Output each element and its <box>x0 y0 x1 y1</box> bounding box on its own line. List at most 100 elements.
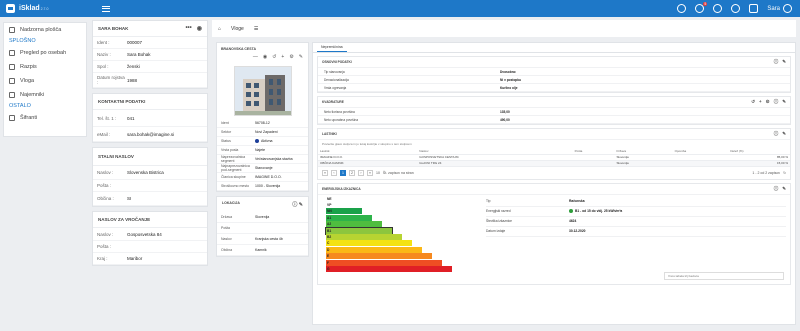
areas-panel: KVADRATURE ↺ + ⚙ ⓘ ✎ Neto tlorisna površina 13… <box>317 96 791 125</box>
record-count: 1 - 2 od 2 zapisov <box>752 170 781 175</box>
energy-class-chart: NE VP NN A1 A2 B1 B2 C D E F G <box>325 195 476 284</box>
minimize-icon[interactable]: — <box>253 54 258 60</box>
history-icon[interactable]: ↺ <box>751 99 755 105</box>
sidebar-item-dashboard[interactable]: Nadzorna plošča <box>4 23 86 37</box>
energy-class-d: D <box>326 246 422 253</box>
edit-icon[interactable]: ✎ <box>299 54 303 60</box>
energy-class-g: G <box>326 265 452 272</box>
next-page-icon[interactable]: › <box>358 169 364 176</box>
address-title: STALNI NASLOV <box>98 154 134 159</box>
info-icon[interactable]: ⓘ <box>292 202 297 208</box>
home-icon[interactable]: ⌂ <box>218 26 221 32</box>
info-icon[interactable]: ⓘ <box>774 99 779 105</box>
sidebar-item-tender[interactable]: Razpis <box>4 60 86 74</box>
energy-class-b1: B1 <box>325 226 393 235</box>
dashboard-icon <box>9 27 15 33</box>
page-size-select[interactable]: 10 <box>376 171 380 175</box>
tab-vloge[interactable]: Vloge <box>231 26 244 32</box>
location-title: LOKACIJA <box>222 201 240 205</box>
energy-class-f: F <box>326 259 442 266</box>
property-panel: Nepremičnina OSNOVNI PODATKI ⓘ ✎ Tip stano… <box>312 42 796 325</box>
sidebar-item-codebooks[interactable]: Šifranti <box>4 111 86 125</box>
settings-icon[interactable] <box>749 4 759 13</box>
list-icon[interactable]: ☰ <box>254 26 258 32</box>
sidebar-item-tenants[interactable]: Najemniki <box>4 88 86 102</box>
app-logo[interactable]: iSklad 2.7.0 <box>6 4 98 13</box>
app-name: iSklad <box>19 5 40 12</box>
info-icon[interactable]: ⓘ <box>774 186 779 192</box>
contact-title: KONTAKTNI PODATKI <box>98 99 146 104</box>
tender-icon <box>9 64 15 70</box>
status-dot-icon <box>255 139 259 144</box>
tab-bar: ⌂ Vloge ☰ <box>212 20 796 37</box>
location-card: LOKACIJA ⓘ ✎ Država Slovenija Pošta Naslov… <box>216 196 309 257</box>
energy-class-a1: A1 <box>326 214 372 221</box>
unit-title: BRANOVSKA CESTA <box>221 47 257 51</box>
page-1[interactable]: 1 <box>340 169 346 176</box>
application-icon <box>9 78 15 84</box>
status-badge: Aktivna <box>261 138 273 143</box>
energy-class-a2: A2 <box>326 221 382 228</box>
last-page-icon[interactable]: » <box>367 169 373 176</box>
user-name: Sara <box>767 5 780 12</box>
sidebar-item-application[interactable]: Vloga <box>4 74 86 88</box>
idea-icon[interactable] <box>713 4 723 13</box>
view-icon[interactable]: ◉ <box>197 25 202 32</box>
tab-nepremicnina[interactable]: Nepremičnina <box>317 45 347 52</box>
add-icon[interactable]: + <box>759 99 762 105</box>
sidebar-item-persons[interactable]: Pregled po osebah <box>4 46 86 60</box>
info-icon[interactable]: ⓘ <box>774 131 779 137</box>
contact-card: KONTAKTNI PODATKI Tel. št. 1 :041 eMail … <box>92 93 208 143</box>
users-icon[interactable] <box>731 4 741 13</box>
view-icon[interactable]: ◉ <box>263 54 267 60</box>
energy-class-b2: B2 <box>326 233 402 240</box>
building-photo <box>233 66 292 116</box>
owners-panel: LASTNIKI ⓘ ✎ Povlecite glavo stolpca in jo… <box>317 128 791 180</box>
person-title: SARA BOHAK <box>98 26 129 31</box>
settings-icon[interactable]: ⚙ <box>766 99 770 105</box>
edit-icon[interactable]: ✎ <box>299 202 303 208</box>
refresh-icon[interactable]: ↻ <box>783 171 786 175</box>
first-page-icon[interactable]: « <box>322 169 328 176</box>
edit-icon[interactable]: ✎ <box>782 59 786 65</box>
table-row[interactable]: OBČINA KAMNIK GLAVNI TRG 24 Slovenija 15,00… <box>318 160 790 167</box>
sidebar-head-general: SPLOŠNO <box>9 38 36 44</box>
energy-class-vp: VP <box>326 201 352 208</box>
edit-icon[interactable]: ✎ <box>782 131 786 137</box>
page-2[interactable]: 2 <box>349 169 355 176</box>
delivery-title: NASLOV ZA VROČANJE <box>98 217 151 222</box>
energy-class-c: C <box>326 240 412 247</box>
sidebar: Nadzorna plošča SPLOŠNO Pregled po oseba… <box>3 22 87 137</box>
edit-icon[interactable]: ✎ <box>782 99 786 105</box>
codebooks-icon <box>9 115 15 121</box>
notifications-icon[interactable]: 5 <box>695 2 708 13</box>
address-card: STALNI NASLOV Naslov : Slovenska Bistrica… <box>92 147 208 207</box>
avatar <box>783 4 792 13</box>
logo-icon <box>6 4 15 13</box>
person-card: SARA BOHAK ••• ◉ Ident :000007 Naziv : Sara… <box>92 20 208 89</box>
pagination: «‹ 12 ›» 10 Št. zapisov na stran 1 - 2 o… <box>318 167 790 179</box>
top-bar: iSklad 2.7.0 5 Sara <box>0 0 800 17</box>
notifications-badge: 5 <box>703 2 708 6</box>
history-icon[interactable]: ↺ <box>272 54 276 60</box>
sidebar-head-other: OSTALO <box>9 103 31 109</box>
add-icon[interactable]: + <box>281 54 284 60</box>
energy-class-e: E <box>326 253 432 260</box>
settings-icon[interactable]: ⚙ <box>289 54 293 60</box>
user-menu[interactable]: Sara <box>767 4 792 13</box>
prev-page-icon[interactable]: ‹ <box>331 169 337 176</box>
energy-panel: ENERGIJSKA IZKAZNICA ⓘ ✎ NE VP NN A1 A2 B1 B2 C D E… <box>317 182 791 285</box>
energy-class-nn: NN <box>326 208 362 215</box>
app-version: 2.7.0 <box>40 6 49 11</box>
table-view-field[interactable]: Vnos tabela trij bavisca <box>664 271 784 280</box>
basic-data-panel: OSNOVNI PODATKI ⓘ ✎ Tip stanovanja Dvosobno… <box>317 56 791 93</box>
chat-icon[interactable] <box>677 4 687 13</box>
tenants-icon <box>9 92 15 98</box>
edit-icon[interactable]: ✎ <box>782 186 786 192</box>
owners-table: Lastnik Naslov Pošta Država Opomba Delež (%) … <box>318 148 790 167</box>
menu-toggle-icon[interactable] <box>102 4 110 13</box>
more-icon[interactable]: ••• <box>185 25 191 32</box>
info-icon[interactable]: ⓘ <box>774 59 779 65</box>
persons-icon <box>9 50 15 56</box>
energy-class-ne: NE <box>326 195 342 202</box>
